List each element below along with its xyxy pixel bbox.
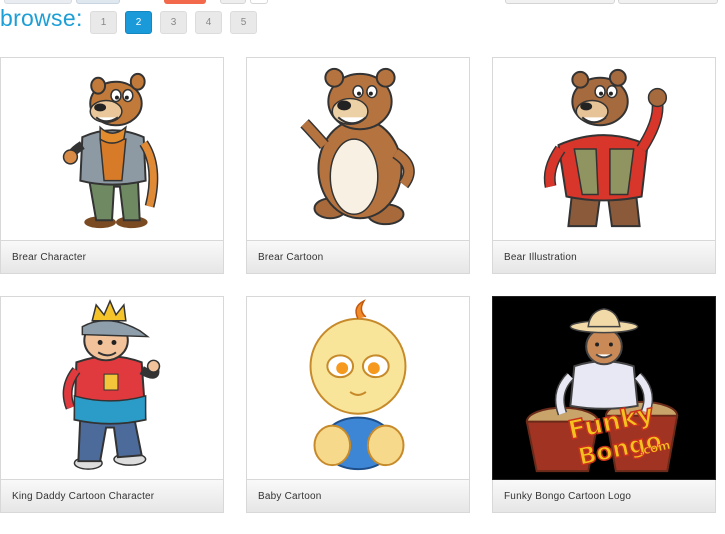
funky-bongo-logo-illustration: Funky Bongo .com xyxy=(525,308,679,473)
page-button-3[interactable]: 3 xyxy=(160,11,187,34)
toolbar-button-partial[interactable] xyxy=(220,0,246,4)
gallery-caption[interactable]: Brear Cartoon xyxy=(246,241,470,274)
pagination: 1 2 3 4 5 xyxy=(90,11,257,34)
gallery-card[interactable]: Bear Illustration xyxy=(492,57,716,274)
gallery-card[interactable]: Brear Character xyxy=(0,57,224,274)
toolbar-button-partial[interactable] xyxy=(164,0,206,4)
toolbar-button-partial[interactable] xyxy=(4,0,72,4)
bear-illustration xyxy=(543,68,668,228)
gallery-thumbnail[interactable] xyxy=(246,57,470,241)
gallery-caption[interactable]: Bear Illustration xyxy=(492,241,716,274)
baby-cartoon-illustration xyxy=(309,299,407,471)
gallery-card[interactable]: King Daddy Cartoon Character xyxy=(0,296,224,513)
gallery-card[interactable]: Baby Cartoon xyxy=(246,296,470,513)
gallery-card[interactable]: Brear Cartoon xyxy=(246,57,470,274)
bear-cartoon-illustration xyxy=(300,67,415,226)
page-button-4[interactable]: 4 xyxy=(195,11,222,34)
gallery-thumbnail[interactable]: Funky Bongo .com xyxy=(492,296,716,480)
gallery-caption[interactable]: Funky Bongo Cartoon Logo xyxy=(492,480,716,513)
gallery-thumbnail[interactable] xyxy=(0,296,224,480)
toolbar-button-partial[interactable] xyxy=(76,0,120,4)
top-toolbar-strip xyxy=(0,0,725,4)
page-button-1[interactable]: 1 xyxy=(90,11,117,34)
gallery-caption[interactable]: Baby Cartoon xyxy=(246,480,470,513)
gallery-card[interactable]: Funky Bongo .com Funky Bongo Cartoon Log… xyxy=(492,296,716,513)
toolbar-button-partial[interactable] xyxy=(250,0,268,4)
bear-character-illustration xyxy=(62,72,159,229)
gallery-caption[interactable]: King Daddy Cartoon Character xyxy=(0,480,224,513)
page-button-5[interactable]: 5 xyxy=(230,11,257,34)
gallery-thumbnail[interactable] xyxy=(492,57,716,241)
toolbar-dropdown-partial[interactable] xyxy=(618,0,718,4)
browse-label: browse: xyxy=(0,5,83,31)
gallery-thumbnail[interactable] xyxy=(0,57,224,241)
gallery-caption[interactable]: Brear Character xyxy=(0,241,224,274)
gallery-thumbnail[interactable] xyxy=(246,296,470,480)
king-daddy-illustration xyxy=(62,299,161,470)
toolbar-dropdown-partial[interactable] xyxy=(505,0,615,4)
page-button-2[interactable]: 2 xyxy=(125,11,152,34)
